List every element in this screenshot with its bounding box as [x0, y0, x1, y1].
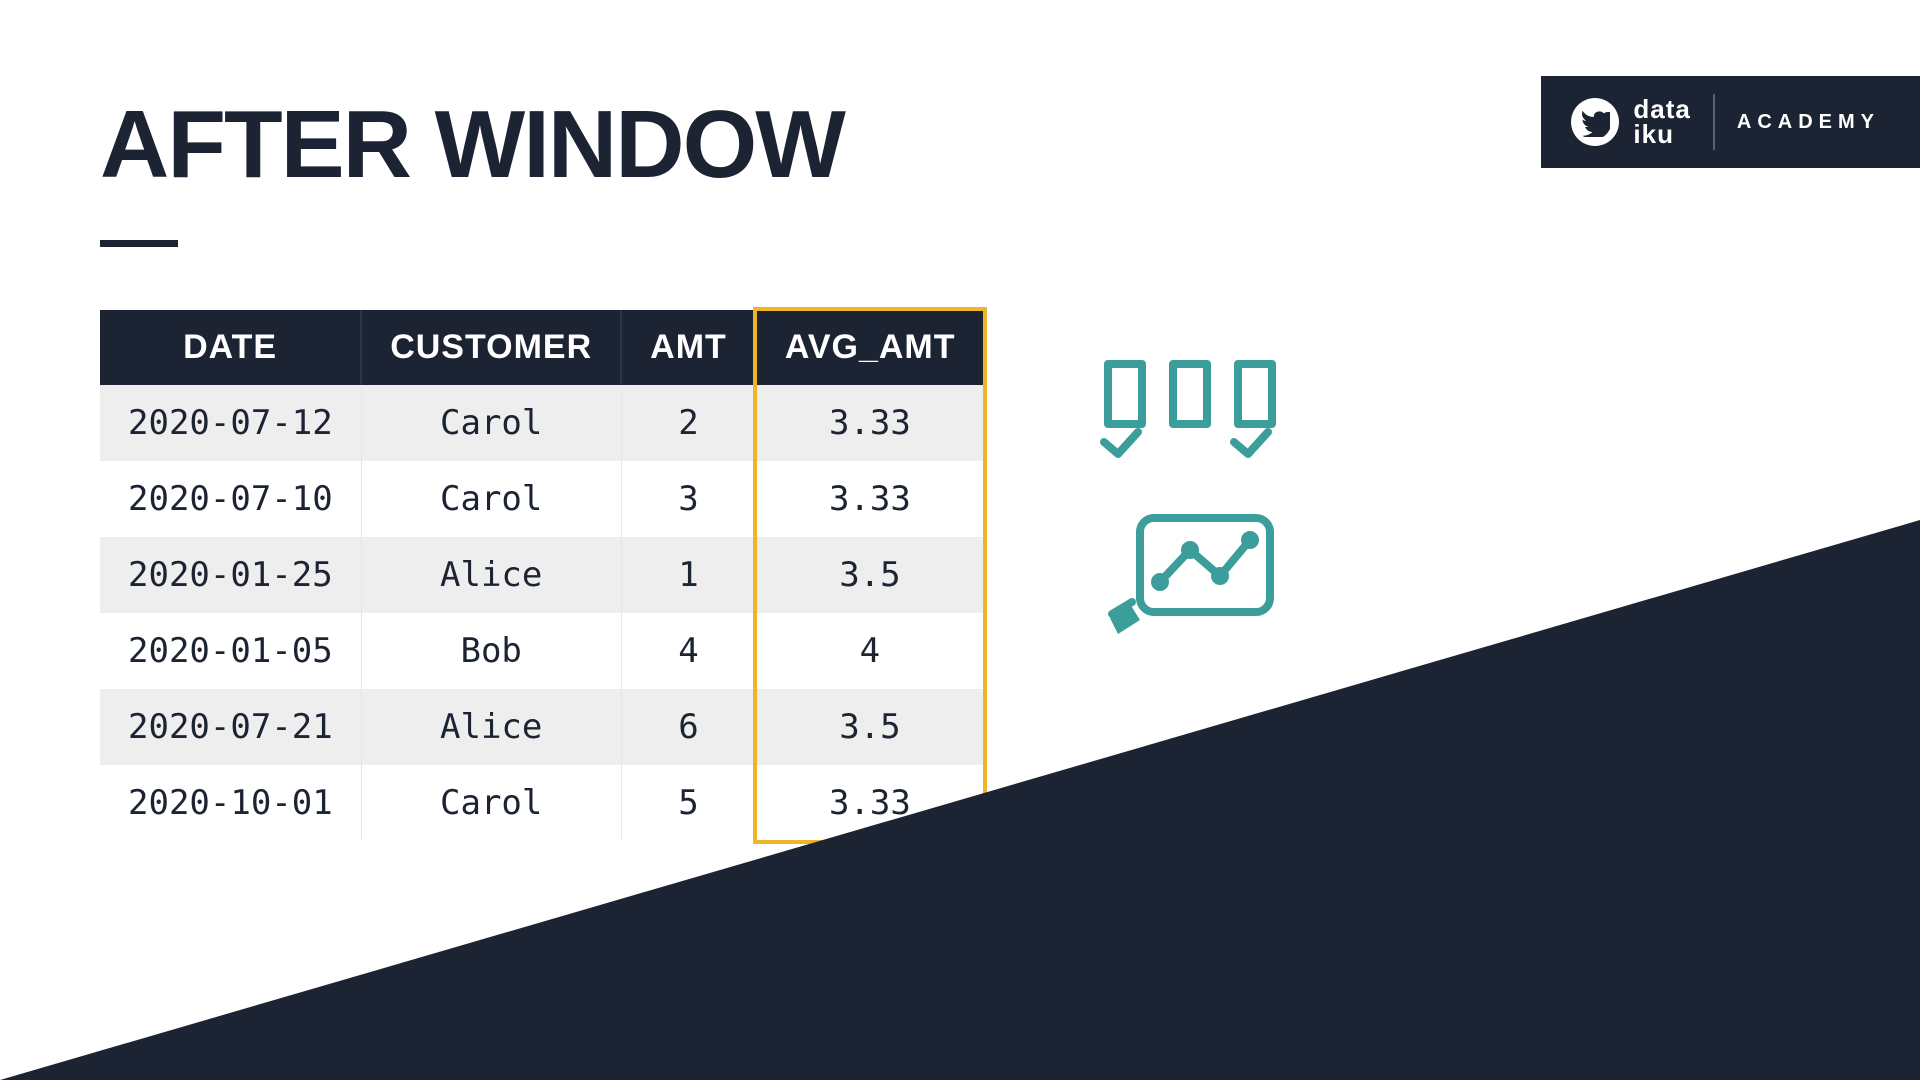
brand-logo: data iku [1571, 97, 1690, 146]
table-header: DATE [100, 310, 361, 385]
brand-word-2: iku [1633, 122, 1690, 147]
brand-academy-label: ACADEMY [1737, 111, 1880, 134]
brand-separator [1713, 94, 1715, 150]
table-header: CUSTOMER [361, 310, 621, 385]
bird-logo-icon [1571, 98, 1619, 146]
table-header: AVG_AMT [756, 310, 984, 385]
columns-check-icon [1100, 360, 1280, 460]
brand-badge: data iku ACADEMY [1541, 76, 1920, 168]
table-cell: Carol [361, 385, 621, 461]
title-underline [100, 240, 178, 247]
table-cell: 2020-07-12 [100, 385, 361, 461]
page-title: AFTER WINDOW [100, 90, 844, 200]
bottom-wedge-decoration [0, 520, 1920, 1080]
table-cell: 2 [621, 385, 756, 461]
table-cell: 3.33 [756, 385, 984, 461]
table-row: 2020-07-12Carol23.33 [100, 385, 984, 461]
table-header: AMT [621, 310, 756, 385]
